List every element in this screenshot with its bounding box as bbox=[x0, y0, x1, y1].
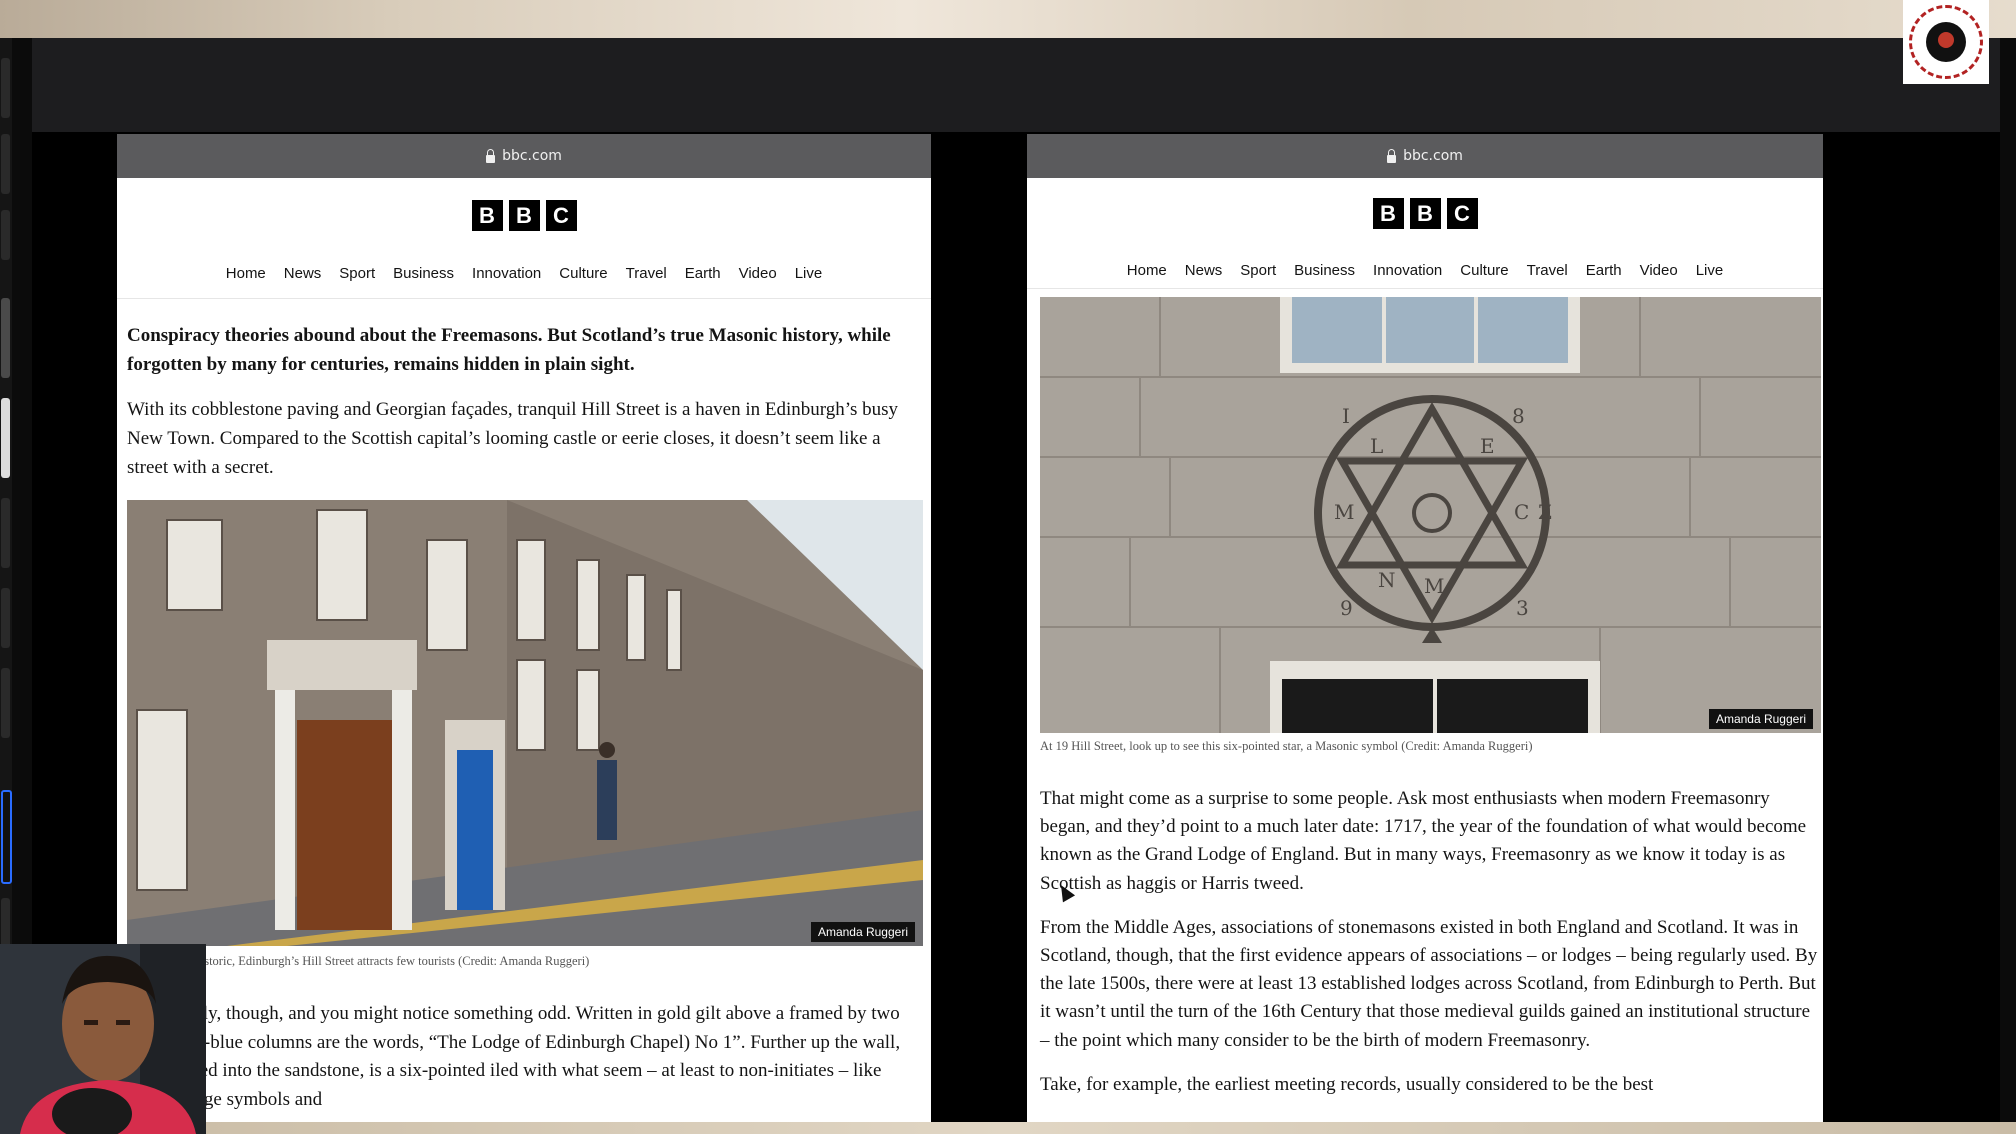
main-nav: Home News Sport Business Innovation Cult… bbox=[1027, 260, 1823, 289]
nav-live[interactable]: Live bbox=[1696, 260, 1724, 288]
nav-earth[interactable]: Earth bbox=[1586, 260, 1622, 288]
nav-travel[interactable]: Travel bbox=[626, 262, 667, 298]
nav-home[interactable]: Home bbox=[226, 262, 266, 298]
photo-caption: At 19 Hill Street, look up to see this s… bbox=[1040, 739, 1533, 753]
nav-earth[interactable]: Earth bbox=[685, 262, 721, 298]
hill-street-photo: Amanda Ruggeri bbox=[127, 500, 923, 946]
lock-icon bbox=[1387, 149, 1397, 163]
bbc-logo-letter: B bbox=[508, 200, 540, 231]
star-symbol: N bbox=[1378, 568, 1396, 592]
dock-icon[interactable] bbox=[1, 498, 10, 568]
window-titlebar bbox=[32, 38, 2000, 132]
nav-travel[interactable]: Travel bbox=[1527, 260, 1568, 288]
streamer-silhouette bbox=[0, 944, 206, 1134]
nav-innovation[interactable]: Innovation bbox=[1373, 260, 1442, 288]
star-symbol: C bbox=[1514, 500, 1529, 524]
star-symbol: I bbox=[1342, 404, 1350, 428]
bbc-logo-letter: C bbox=[545, 200, 577, 231]
star-symbol: 9 bbox=[1340, 596, 1353, 620]
head-logo-icon bbox=[1926, 22, 1966, 62]
bbc-logo[interactable]: B B C bbox=[1027, 178, 1823, 244]
article-paragraph: With its cobblestone paving and Georgian… bbox=[127, 399, 899, 478]
nav-news[interactable]: News bbox=[284, 262, 322, 298]
dock-icon-active[interactable] bbox=[1, 790, 12, 884]
url-text: bbc.com bbox=[502, 148, 562, 164]
article-paragraph: From the Middle Ages, associations of st… bbox=[1040, 916, 1818, 1051]
dock-icon[interactable] bbox=[1, 398, 10, 478]
channel-logo bbox=[1903, 0, 1989, 84]
nav-sport[interactable]: Sport bbox=[1240, 260, 1276, 288]
bbc-logo[interactable]: B B C bbox=[117, 178, 931, 248]
star-symbol: M bbox=[1424, 574, 1444, 598]
main-nav: Home News Sport Business Innovation Cult… bbox=[117, 262, 931, 299]
right-browser-window: bbc.com B B C Home News Sport Business I… bbox=[1027, 134, 1823, 1122]
dock-icon[interactable] bbox=[1, 134, 10, 194]
bbc-logo-letter: B bbox=[471, 200, 503, 231]
star-symbol: Z bbox=[1538, 500, 1552, 524]
desktop-wallpaper-bottom bbox=[0, 1122, 2016, 1134]
desktop-wallpaper-top bbox=[0, 0, 2016, 38]
photo-credit-tag: Amanda Ruggeri bbox=[810, 922, 915, 942]
street-illustration bbox=[127, 500, 923, 946]
nav-video[interactable]: Video bbox=[1640, 260, 1678, 288]
lock-icon bbox=[486, 149, 496, 163]
star-symbol: M bbox=[1334, 500, 1354, 524]
url-text: bbc.com bbox=[1403, 148, 1463, 164]
webcam-overlay bbox=[0, 944, 206, 1134]
nav-business[interactable]: Business bbox=[393, 262, 454, 298]
nav-innovation[interactable]: Innovation bbox=[472, 262, 541, 298]
address-bar[interactable]: bbc.com bbox=[1027, 134, 1823, 178]
bbc-logo-letter: B bbox=[1372, 198, 1404, 229]
bbc-logo-letter: C bbox=[1446, 198, 1478, 229]
masonic-star-photo: I 8 L E M C Z N M 9 3 Amanda Ruggeri bbox=[1040, 297, 1821, 733]
article-paragraph: That might come as a surprise to some pe… bbox=[1040, 788, 1807, 894]
dock-icon[interactable] bbox=[1, 210, 10, 260]
nav-video[interactable]: Video bbox=[739, 262, 777, 298]
star-symbol: E bbox=[1480, 434, 1495, 458]
article-paragraph: slowly, though, and you might notice som… bbox=[167, 1003, 901, 1110]
nav-culture[interactable]: Culture bbox=[1460, 260, 1508, 288]
star-symbol: 8 bbox=[1512, 404, 1525, 428]
nav-home[interactable]: Home bbox=[1127, 260, 1167, 288]
article-lead: Conspiracy theories abound about the Fre… bbox=[127, 325, 891, 375]
star-symbol: L bbox=[1370, 434, 1383, 458]
nav-live[interactable]: Live bbox=[795, 262, 823, 298]
star-illustration: I 8 L E M C Z N M 9 3 bbox=[1040, 297, 1821, 733]
bbc-logo-letter: B bbox=[1409, 198, 1441, 229]
dock-icon[interactable] bbox=[1, 588, 10, 648]
nav-business[interactable]: Business bbox=[1294, 260, 1355, 288]
nav-sport[interactable]: Sport bbox=[339, 262, 375, 298]
dock-icon[interactable] bbox=[1, 298, 10, 378]
dock-icon[interactable] bbox=[1, 668, 10, 738]
photo-credit-tag: Amanda Ruggeri bbox=[1708, 709, 1813, 729]
nav-culture[interactable]: Culture bbox=[559, 262, 607, 298]
dock-icon[interactable] bbox=[1, 58, 10, 118]
left-browser-window: bbc.com B B C Home News Sport Business I… bbox=[117, 134, 931, 1122]
address-bar[interactable]: bbc.com bbox=[117, 134, 931, 178]
star-symbol: 3 bbox=[1516, 596, 1529, 620]
article-paragraph: Take, for example, the earliest meeting … bbox=[1040, 1073, 1654, 1095]
photo-caption: uil and historic, Edinburgh’s Hill Stree… bbox=[157, 954, 590, 968]
nav-news[interactable]: News bbox=[1185, 260, 1223, 288]
